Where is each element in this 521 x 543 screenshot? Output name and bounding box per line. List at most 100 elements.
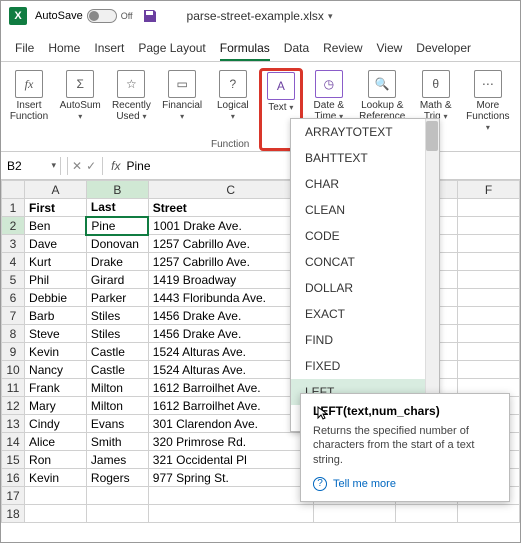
- cell[interactable]: Milton: [86, 379, 148, 397]
- accept-formula-icon[interactable]: ✓: [86, 159, 96, 173]
- row-header[interactable]: 18: [2, 505, 25, 523]
- row-header[interactable]: 16: [2, 469, 25, 487]
- row-header[interactable]: 6: [2, 289, 25, 307]
- ribbon-recently[interactable]: ☆RecentlyUsed ▾: [109, 68, 153, 151]
- cell[interactable]: Drake: [86, 253, 148, 271]
- tab-insert[interactable]: Insert: [94, 35, 124, 61]
- header-cell[interactable]: First: [25, 199, 87, 217]
- cell[interactable]: Steve: [25, 325, 87, 343]
- cell[interactable]: Parker: [86, 289, 148, 307]
- cell[interactable]: 1257 Cabrillo Ave.: [148, 235, 313, 253]
- header-cell[interactable]: Street: [148, 199, 313, 217]
- cell[interactable]: Stiles: [86, 325, 148, 343]
- name-box[interactable]: B2 ▾: [1, 157, 61, 175]
- dropdown-item-char[interactable]: CHAR: [291, 171, 439, 197]
- cell[interactable]: 977 Spring St.: [148, 469, 313, 487]
- cell[interactable]: Nancy: [25, 361, 87, 379]
- row-header[interactable]: 12: [2, 397, 25, 415]
- cell[interactable]: Alice: [25, 433, 87, 451]
- cell[interactable]: Mary: [25, 397, 87, 415]
- tab-page-layout[interactable]: Page Layout: [138, 35, 205, 61]
- row-header[interactable]: 2: [2, 217, 25, 235]
- cell[interactable]: Debbie: [25, 289, 87, 307]
- cell[interactable]: 1524 Alturas Ave.: [148, 343, 313, 361]
- row-header[interactable]: 5: [2, 271, 25, 289]
- cell[interactable]: Dave: [25, 235, 87, 253]
- cell[interactable]: 1001 Drake Ave.: [148, 217, 313, 235]
- row-header[interactable]: 14: [2, 433, 25, 451]
- tab-data[interactable]: Data: [284, 35, 309, 61]
- tab-review[interactable]: Review: [323, 35, 362, 61]
- dropdown-item-exact[interactable]: EXACT: [291, 301, 439, 327]
- row-header[interactable]: 17: [2, 487, 25, 505]
- cell[interactable]: 1612 Barroilhet Ave.: [148, 397, 313, 415]
- cell[interactable]: Smith: [86, 433, 148, 451]
- header-cell[interactable]: Last: [86, 199, 148, 217]
- autosave-toggle[interactable]: [87, 9, 117, 23]
- cell[interactable]: Castle: [86, 343, 148, 361]
- ribbon-more[interactable]: ⋯MoreFunctions ▾: [462, 68, 514, 151]
- dropdown-item-code[interactable]: CODE: [291, 223, 439, 249]
- cell[interactable]: Frank: [25, 379, 87, 397]
- cell[interactable]: 1612 Barroilhet Ave.: [148, 379, 313, 397]
- cell[interactable]: Kevin: [25, 343, 87, 361]
- cell[interactable]: 1443 Floribunda Ave.: [148, 289, 313, 307]
- tell-me-more-link[interactable]: ? Tell me more: [313, 477, 497, 491]
- column-header[interactable]: C: [148, 181, 313, 199]
- cell[interactable]: 301 Clarendon Ave.: [148, 415, 313, 433]
- cell[interactable]: Milton: [86, 397, 148, 415]
- cell[interactable]: Barb: [25, 307, 87, 325]
- dropdown-item-fixed[interactable]: FIXED: [291, 353, 439, 379]
- cell[interactable]: 321 Occidental Pl: [148, 451, 313, 469]
- save-icon[interactable]: [141, 7, 159, 25]
- dropdown-item-dollar[interactable]: DOLLAR: [291, 275, 439, 301]
- row-header[interactable]: 13: [2, 415, 25, 433]
- tab-formulas[interactable]: Formulas: [220, 35, 270, 61]
- row-header[interactable]: 3: [2, 235, 25, 253]
- row-header[interactable]: 7: [2, 307, 25, 325]
- cell[interactable]: Evans: [86, 415, 148, 433]
- tab-home[interactable]: Home: [48, 35, 80, 61]
- cell[interactable]: Stiles: [86, 307, 148, 325]
- column-header[interactable]: B: [86, 181, 148, 199]
- column-header[interactable]: A: [25, 181, 87, 199]
- cell[interactable]: Cindy: [25, 415, 87, 433]
- cell[interactable]: Kevin: [25, 469, 87, 487]
- row-header[interactable]: 4: [2, 253, 25, 271]
- cell[interactable]: Kurt: [25, 253, 87, 271]
- dropdown-item-clean[interactable]: CLEAN: [291, 197, 439, 223]
- cell[interactable]: 320 Primrose Rd.: [148, 433, 313, 451]
- cancel-formula-icon[interactable]: ✕: [72, 159, 82, 173]
- row-header[interactable]: 15: [2, 451, 25, 469]
- dropdown-item-arraytotext[interactable]: ARRAYTOTEXT: [291, 119, 439, 145]
- tab-developer[interactable]: Developer: [416, 35, 471, 61]
- cell[interactable]: Rogers: [86, 469, 148, 487]
- ribbon-insert[interactable]: fxInsertFunction: [7, 68, 51, 151]
- row-header[interactable]: 9: [2, 343, 25, 361]
- row-header[interactable]: 1: [2, 199, 25, 217]
- tab-view[interactable]: View: [377, 35, 403, 61]
- cell[interactable]: Girard: [86, 271, 148, 289]
- cell[interactable]: 1456 Drake Ave.: [148, 307, 313, 325]
- autosave-control[interactable]: AutoSave Off: [35, 9, 133, 23]
- column-header[interactable]: F: [458, 181, 520, 199]
- ribbon-autosum[interactable]: ΣAutoSum ▾: [55, 68, 105, 151]
- cell[interactable]: Ben: [25, 217, 87, 235]
- dropdown-item-bahttext[interactable]: BAHTTEXT: [291, 145, 439, 171]
- cell[interactable]: Donovan: [86, 235, 148, 253]
- row-header[interactable]: 11: [2, 379, 25, 397]
- dropdown-item-find[interactable]: FIND: [291, 327, 439, 353]
- row-header[interactable]: 10: [2, 361, 25, 379]
- cell[interactable]: Castle: [86, 361, 148, 379]
- cell[interactable]: James: [86, 451, 148, 469]
- cell[interactable]: Phil: [25, 271, 87, 289]
- cell[interactable]: 1257 Cabrillo Ave.: [148, 253, 313, 271]
- cell[interactable]: 1419 Broadway: [148, 271, 313, 289]
- row-header[interactable]: 8: [2, 325, 25, 343]
- cell[interactable]: 1524 Alturas Ave.: [148, 361, 313, 379]
- filename-dropdown[interactable]: parse-street-example.xlsx ▾: [187, 9, 333, 23]
- cell[interactable]: Pine: [86, 217, 148, 235]
- tab-file[interactable]: File: [15, 35, 34, 61]
- cell[interactable]: 1456 Drake Ave.: [148, 325, 313, 343]
- cell[interactable]: Ron: [25, 451, 87, 469]
